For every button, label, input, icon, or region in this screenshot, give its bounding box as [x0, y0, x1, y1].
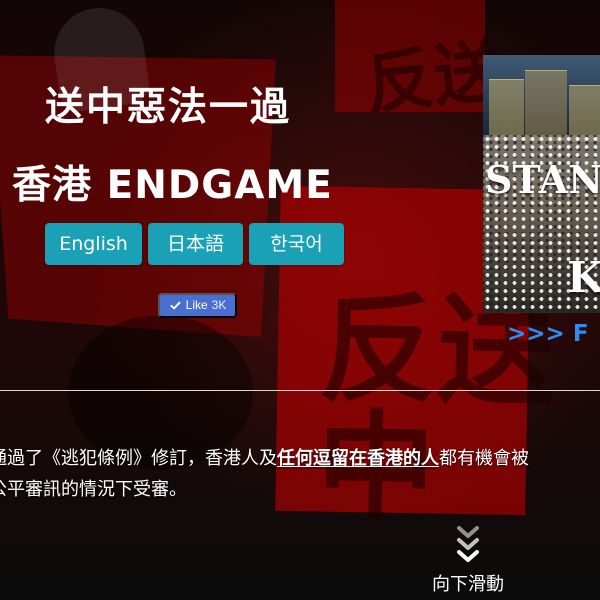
language-japanese-button[interactable]: 日本語: [148, 223, 243, 265]
video-building-right: [569, 85, 600, 142]
description-line-1: 通過了《逃犯條例》修訂，香港人及任何逗留在香港的人都有機會被: [0, 443, 529, 474]
facebook-like-button[interactable]: Like 3K: [158, 293, 237, 318]
hero-title-line-1: 送中惡法一過: [45, 85, 292, 131]
landing-page: 反送 反送中 送中惡法一過 香港 ENDGAME English 日本語 한국어…: [0, 0, 600, 600]
video-building-left: [489, 79, 524, 140]
video-building-center: [525, 70, 567, 143]
double-chevron-down-icon: [457, 526, 479, 562]
like-label: Like: [185, 298, 208, 312]
video-thumbnail-text-2: K: [567, 253, 600, 302]
description-text: 通過了《逃犯條例》修訂，香港人及任何逗留在香港的人都有機會被 公平審訊的情況下受…: [0, 443, 600, 506]
section-divider: [0, 390, 600, 391]
like-count: 3K: [211, 298, 227, 312]
hero-title-line-2: 香港 ENDGAME: [12, 163, 333, 209]
description-highlight: 任何逗留在香港的人: [277, 448, 439, 469]
check-icon: [170, 301, 181, 310]
language-english-button[interactable]: English: [45, 223, 142, 265]
video-link-text[interactable]: >>> F: [507, 319, 600, 350]
video-thumbnail-text-1: STAN: [485, 157, 600, 202]
video-preview-thumbnail[interactable]: STAN K: [483, 55, 600, 313]
language-korean-button[interactable]: 한국어: [249, 223, 344, 265]
scroll-down-label: 向下滑動: [432, 574, 504, 595]
scroll-down-control[interactable]: 向下滑動: [425, 524, 511, 600]
description-line-1-after: 都有機會被: [439, 448, 529, 469]
description-line-2: 公平審訊的情況下受審。: [0, 479, 187, 500]
description-line-1-before: 通過了《逃犯條例》修訂，香港人及: [0, 448, 277, 469]
